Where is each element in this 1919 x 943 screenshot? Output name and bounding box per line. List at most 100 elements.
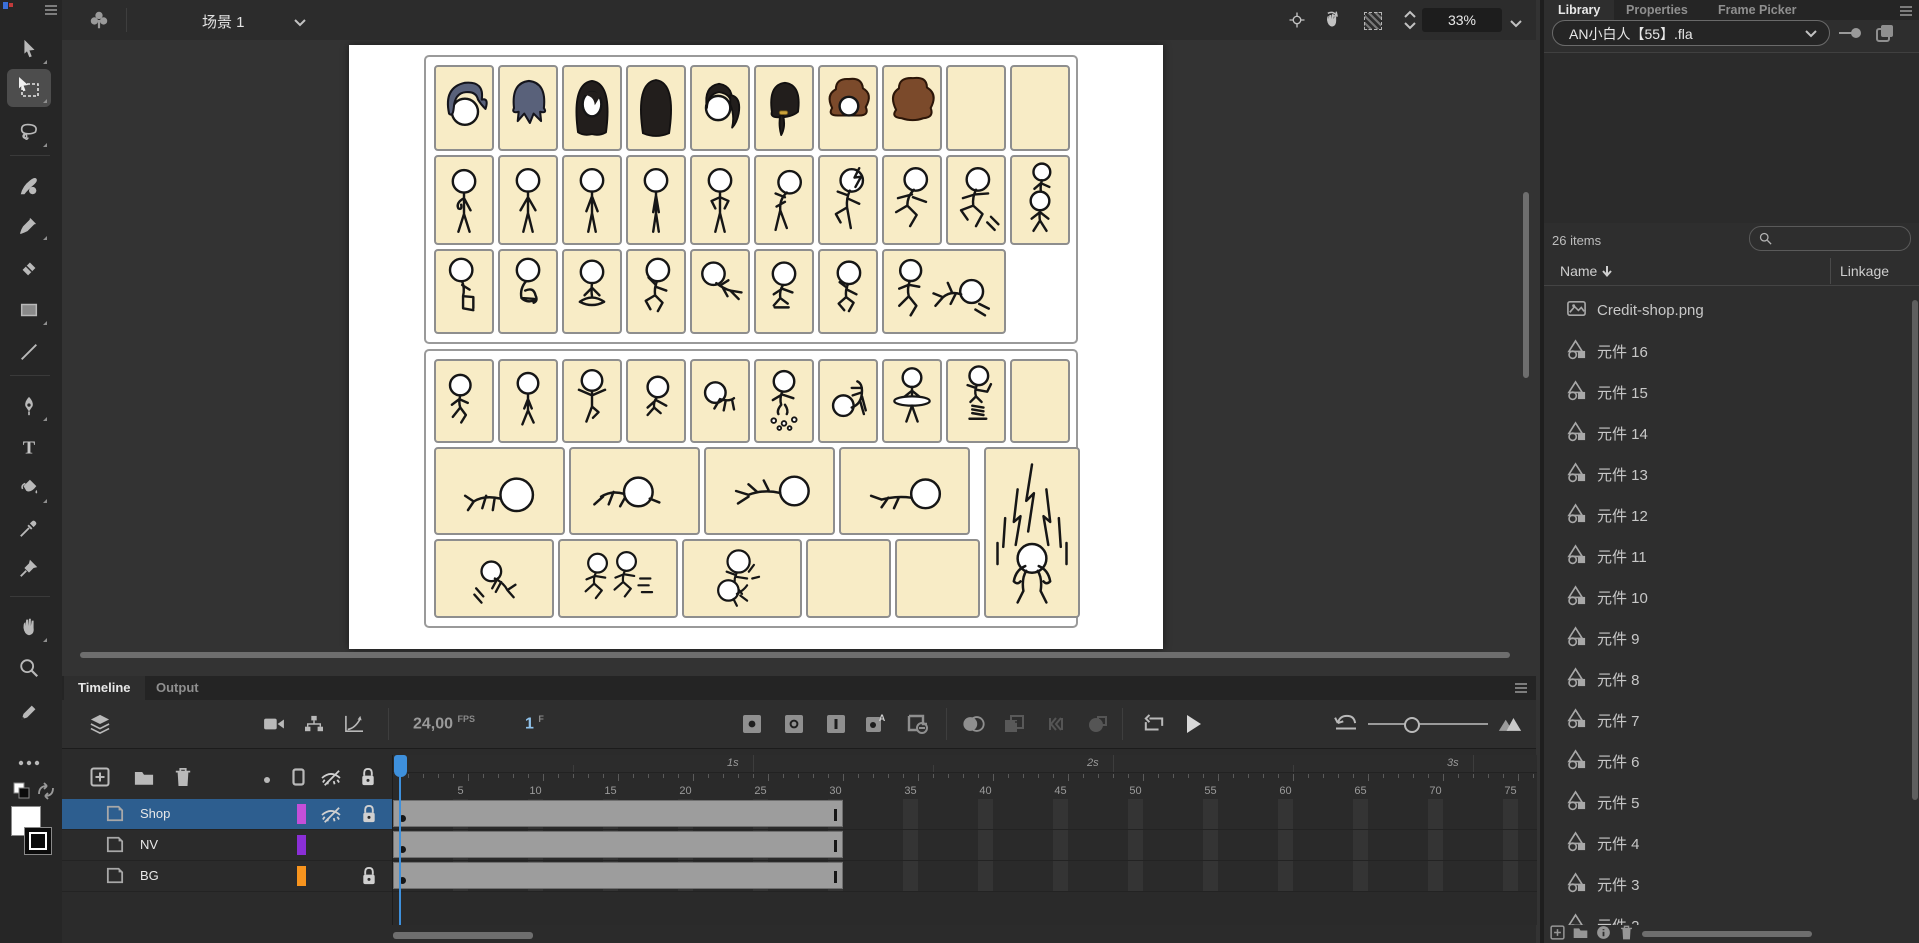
zoom-stepper[interactable] xyxy=(1402,8,1418,32)
sprite-cell-lie-back[interactable] xyxy=(704,447,835,535)
hand-tool[interactable] xyxy=(7,608,51,646)
add-folder-button[interactable] xyxy=(134,769,154,789)
clip-content-icon[interactable] xyxy=(1364,12,1382,30)
sprite-cell-fall-back[interactable] xyxy=(434,539,554,618)
new-symbol-button[interactable] xyxy=(1550,925,1565,943)
sprite-cell-stand-hips[interactable] xyxy=(690,155,750,245)
sprite-cell-stacked-pair[interactable] xyxy=(1010,155,1070,245)
asset-warp-tool[interactable] xyxy=(7,549,51,587)
hide-all-toggle[interactable] xyxy=(320,769,342,790)
column-name[interactable]: Name xyxy=(1560,263,1613,279)
layer-view-toggle-icon[interactable] xyxy=(88,712,112,736)
loop-playback-icon[interactable] xyxy=(1142,712,1166,736)
sprite-cell-sit-chair[interactable] xyxy=(434,249,494,334)
sprite-cell-crouch-jump[interactable] xyxy=(626,359,686,443)
timeline-zoom-fit-icon[interactable] xyxy=(1498,712,1522,736)
sprite-cell-fire-panic[interactable] xyxy=(984,447,1080,618)
sprite-cell-hair-blue-back[interactable] xyxy=(498,65,558,151)
library-item[interactable]: 元件 4 xyxy=(1544,823,1919,864)
zoom-level-input[interactable]: 33% xyxy=(1422,8,1502,32)
insert-keyframe-icon[interactable] xyxy=(740,712,764,736)
paint-bucket-tool[interactable] xyxy=(7,469,51,507)
canvas-horizontal-scrollbar[interactable] xyxy=(80,652,1510,658)
sprite-cell-crouch-side[interactable] xyxy=(818,249,878,334)
library-item[interactable]: 元件 2 xyxy=(1544,905,1919,925)
sprite-cell-crawl-big-head[interactable] xyxy=(434,447,565,535)
sprite-cell-empty[interactable] xyxy=(946,65,1006,151)
onion-skin-icon[interactable] xyxy=(962,712,986,736)
library-item[interactable]: 元件 11 xyxy=(1544,536,1919,577)
sprite-cell-struggle-pair[interactable] xyxy=(682,539,802,618)
library-item[interactable]: 元件 15 xyxy=(1544,372,1919,413)
sprite-cell-hair-ponytail-back[interactable] xyxy=(754,65,814,151)
text-tool[interactable]: T xyxy=(7,428,51,466)
eyedropper-tool[interactable] xyxy=(7,509,51,547)
layer-lock-icon[interactable] xyxy=(361,867,377,889)
sprite-cell-hoop-table[interactable] xyxy=(882,359,942,443)
layer-name[interactable]: Shop xyxy=(140,806,170,821)
layer-name[interactable]: BG xyxy=(140,868,159,883)
sprite-cell-crouch-fist[interactable] xyxy=(626,249,686,334)
free-transform-tool[interactable] xyxy=(7,69,51,107)
eraser-tool[interactable] xyxy=(7,249,51,287)
lock-all-toggle[interactable] xyxy=(360,768,376,790)
more-tools[interactable] xyxy=(7,744,51,782)
add-layer-button[interactable] xyxy=(90,767,110,790)
sprite-cell-empty[interactable] xyxy=(1010,65,1070,151)
timeline-zoom-slider[interactable] xyxy=(1368,723,1488,725)
layer-row-NV[interactable]: NV xyxy=(62,830,392,861)
selection-tool[interactable] xyxy=(7,30,51,68)
library-search-input[interactable] xyxy=(1749,226,1911,251)
sprite-cell-sit-cross-legged[interactable] xyxy=(562,249,622,334)
tab-properties[interactable]: Properties xyxy=(1612,0,1702,20)
frame-row-NV[interactable] xyxy=(393,830,1537,861)
sprite-cell-hair-ponytail-side[interactable] xyxy=(690,65,750,151)
default-colors-icon[interactable] xyxy=(12,781,32,804)
sprite-sheet-poses-1[interactable] xyxy=(424,55,1078,344)
frame-row-BG[interactable] xyxy=(393,861,1537,892)
tab-library[interactable]: Library xyxy=(1544,0,1614,20)
stage-canvas[interactable] xyxy=(349,45,1163,649)
center-stage-icon[interactable] xyxy=(1288,11,1306,32)
delete-item-button[interactable] xyxy=(1619,925,1634,943)
sprite-cell-empty[interactable] xyxy=(1010,359,1070,443)
library-item[interactable]: 元件 9 xyxy=(1544,618,1919,659)
auto-keyframe-icon[interactable]: A xyxy=(864,712,888,736)
item-properties-button[interactable] xyxy=(1596,925,1611,943)
panel-menu-icon[interactable] xyxy=(1899,5,1913,20)
sprite-cell-pogo-spring[interactable] xyxy=(946,359,1006,443)
frame-span-BG[interactable] xyxy=(393,862,843,889)
library-vertical-scrollbar[interactable] xyxy=(1912,300,1918,800)
zoom-chevron-down-icon[interactable] xyxy=(1510,16,1522,31)
frame-span-NV[interactable] xyxy=(393,831,843,858)
sprite-cell-stand-relax[interactable] xyxy=(562,155,622,245)
sprite-cell-run[interactable] xyxy=(946,155,1006,245)
zoom-tool[interactable] xyxy=(7,649,51,687)
timeline-menu-icon[interactable] xyxy=(1514,682,1528,697)
library-item[interactable]: 元件 3 xyxy=(1544,864,1919,905)
sprite-cell-melt-drips[interactable] xyxy=(754,359,814,443)
current-frame-indicator[interactable]: 1 F xyxy=(525,714,544,733)
library-item[interactable]: 元件 12 xyxy=(1544,495,1919,536)
library-item[interactable]: 元件 10 xyxy=(1544,577,1919,618)
sprite-cell-stand-front[interactable] xyxy=(498,155,558,245)
sprite-cell-empty[interactable] xyxy=(806,539,891,618)
sprite-cell-empty[interactable] xyxy=(895,539,980,618)
layer-name[interactable]: NV xyxy=(140,837,158,852)
sprite-cell-hair-black-long-back[interactable] xyxy=(626,65,686,151)
sprite-cell-leap[interactable] xyxy=(882,155,942,245)
toolbar-menu-icon[interactable] xyxy=(44,4,58,19)
library-item[interactable]: 元件 5 xyxy=(1544,782,1919,823)
library-document-select[interactable]: AN小白人【55】.fla xyxy=(1552,20,1830,46)
library-item[interactable]: 元件 13 xyxy=(1544,454,1919,495)
sprite-cell-crawl-play[interactable] xyxy=(690,359,750,443)
sprite-cell-trip-fall-wide[interactable] xyxy=(882,249,1006,334)
fps-value[interactable]: 24,00 FPS xyxy=(413,714,475,733)
timeline-horizontal-scrollbar[interactable] xyxy=(392,928,1536,942)
timeline-seconds-ruler[interactable]: 1s2s3s xyxy=(393,755,1537,773)
layer-parenting-icon[interactable] xyxy=(302,712,326,736)
sprite-cell-crawl-collapse[interactable] xyxy=(569,447,700,535)
layer-row-Shop[interactable]: Shop xyxy=(62,799,392,830)
layer-color-swatch[interactable] xyxy=(297,804,306,824)
playhead[interactable] xyxy=(394,755,407,777)
